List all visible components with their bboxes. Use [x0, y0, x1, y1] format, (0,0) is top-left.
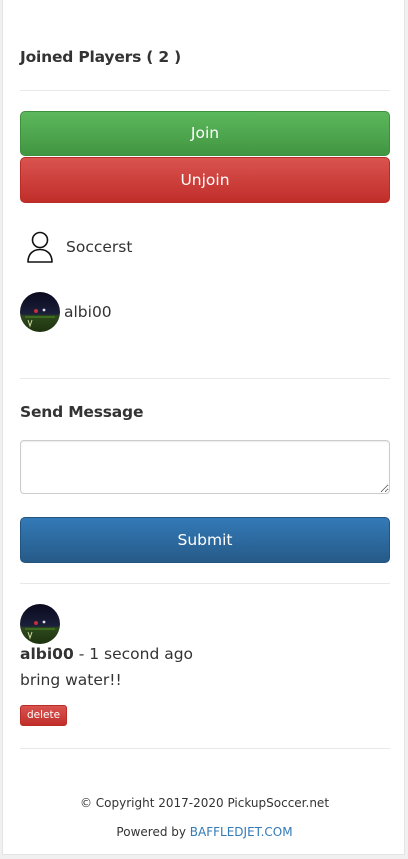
delete-button[interactable]: delete [20, 705, 68, 726]
bafflejet-link[interactable]: BAFFLEDJET.COM [190, 825, 293, 839]
message-text: bring water!! [20, 671, 122, 689]
player-name: albi00 [64, 303, 112, 321]
send-message-heading: Send Message [20, 403, 144, 421]
message-author[interactable]: albi00 [20, 645, 74, 663]
divider [20, 748, 390, 749]
message-separator: - [73, 645, 90, 663]
join-button[interactable]: Join [20, 111, 390, 156]
divider [20, 90, 390, 91]
player-item[interactable]: Soccerst [20, 227, 132, 267]
event-card: Joined Players ( 2 ) Join Unjoin Soccers… [2, 0, 405, 855]
powered-by-text: Powered by [116, 825, 190, 839]
player-name: Soccerst [66, 238, 133, 256]
footer-powered: Powered by BAFFLEDJET.COM [3, 825, 406, 839]
unjoin-button[interactable]: Unjoin [20, 157, 390, 203]
user-outline-icon [20, 227, 60, 267]
player-item[interactable]: albi00 [20, 292, 112, 332]
divider [20, 583, 390, 584]
message-time: 1 second ago [89, 645, 194, 663]
divider [20, 378, 390, 379]
footer-copyright: © Copyright 2017-2020 PickupSoccer.net [79, 796, 330, 810]
avatar [20, 292, 60, 332]
submit-button[interactable]: Submit [20, 517, 390, 563]
message-meta: albi00 - 1 second ago [20, 645, 193, 663]
message-input[interactable] [20, 440, 390, 494]
message-avatar-wrap [20, 604, 60, 644]
joined-players-heading: Joined Players ( 2 ) [20, 48, 182, 66]
avatar [20, 604, 60, 644]
